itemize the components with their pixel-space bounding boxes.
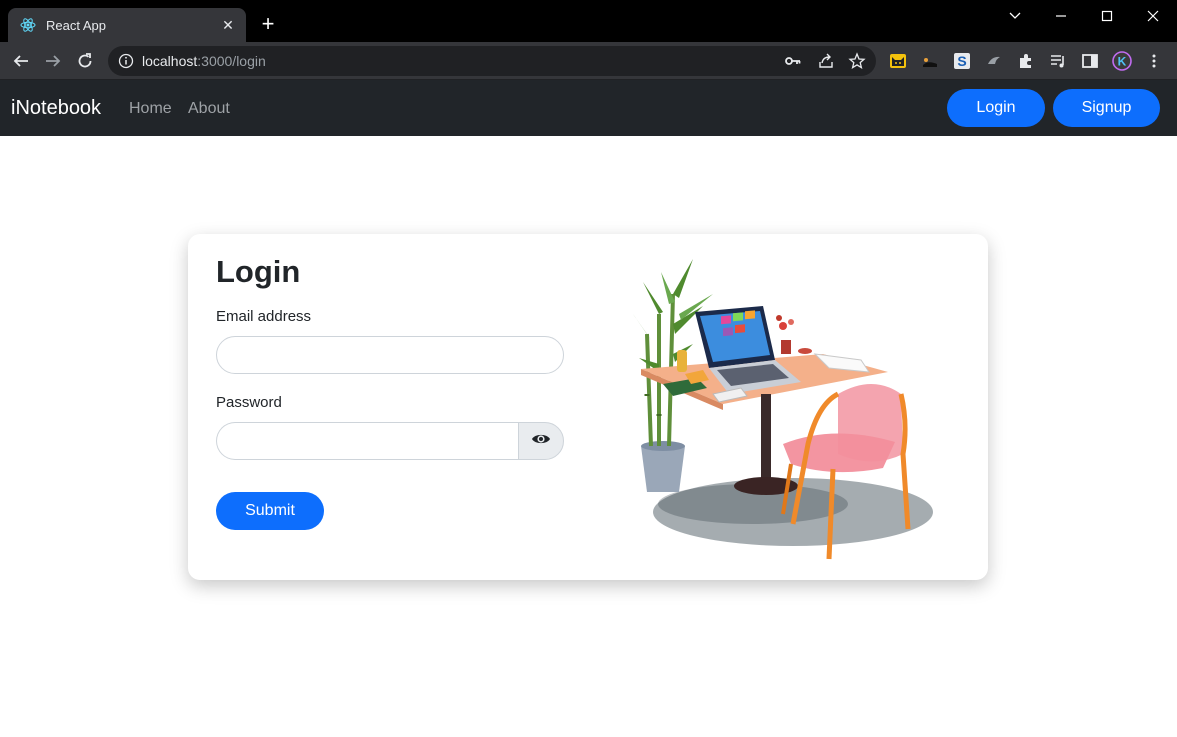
profile-avatar-icon[interactable]: K	[1112, 51, 1132, 71]
address-bar[interactable]: localhost:3000/login	[108, 46, 876, 76]
extension-s-icon[interactable]: S	[952, 51, 972, 71]
url-text: localhost:3000/login	[142, 53, 266, 69]
back-arrow-icon[interactable]	[9, 49, 33, 73]
url-path: :3000/login	[197, 53, 266, 69]
extensions-puzzle-icon[interactable]	[1016, 51, 1036, 71]
react-icon	[20, 17, 36, 33]
share-icon[interactable]	[817, 52, 835, 70]
browser-toolbar: localhost:3000/login S K	[0, 42, 1177, 80]
more-menu-icon[interactable]	[1144, 51, 1164, 71]
forward-arrow-icon[interactable]	[41, 49, 65, 73]
password-field[interactable]	[216, 422, 519, 460]
new-tab-icon[interactable]: +	[258, 13, 278, 35]
maximize-icon[interactable]	[1097, 6, 1117, 26]
brand-logo[interactable]: iNotebook	[11, 97, 101, 120]
close-tab-icon[interactable]: ✕	[220, 17, 236, 34]
reload-icon[interactable]	[73, 49, 97, 73]
app-navbar: iNotebook Home About Login Signup	[0, 80, 1177, 136]
browser-tab-strip: React App ✕ +	[0, 0, 1177, 42]
browser-tab[interactable]: React App ✕	[8, 8, 246, 42]
key-icon[interactable]	[784, 52, 802, 70]
nav-link-about[interactable]: About	[188, 100, 230, 118]
submit-button[interactable]: Submit	[216, 492, 324, 530]
tab-search-icon[interactable]	[1005, 6, 1025, 26]
email-label: Email address	[216, 308, 312, 325]
tab-title: React App	[46, 17, 106, 33]
extension-dark-icon[interactable]	[920, 51, 940, 71]
extension-bird-icon[interactable]	[984, 51, 1004, 71]
close-window-icon[interactable]	[1143, 6, 1163, 26]
side-panel-icon[interactable]	[1080, 51, 1100, 71]
minimize-icon[interactable]	[1051, 6, 1071, 26]
login-heading: Login	[216, 254, 301, 289]
url-host: localhost	[142, 53, 198, 69]
svg-text:S: S	[957, 53, 966, 69]
media-playlist-icon[interactable]	[1048, 51, 1068, 71]
site-info-icon[interactable]	[118, 53, 134, 69]
password-label: Password	[216, 394, 282, 411]
email-field[interactable]	[216, 336, 564, 374]
signup-button[interactable]: Signup	[1053, 89, 1160, 127]
login-card: Login Email address Password Submit	[188, 234, 988, 580]
bookmark-star-icon[interactable]	[848, 52, 866, 70]
login-button[interactable]: Login	[947, 89, 1045, 127]
svg-text:K: K	[1118, 55, 1127, 69]
eye-icon	[531, 432, 551, 451]
show-password-button[interactable]	[518, 422, 564, 460]
extension-cat-icon[interactable]	[888, 51, 908, 71]
nav-link-home[interactable]: Home	[129, 100, 172, 118]
desk-illustration	[633, 254, 933, 564]
password-group	[216, 422, 564, 460]
